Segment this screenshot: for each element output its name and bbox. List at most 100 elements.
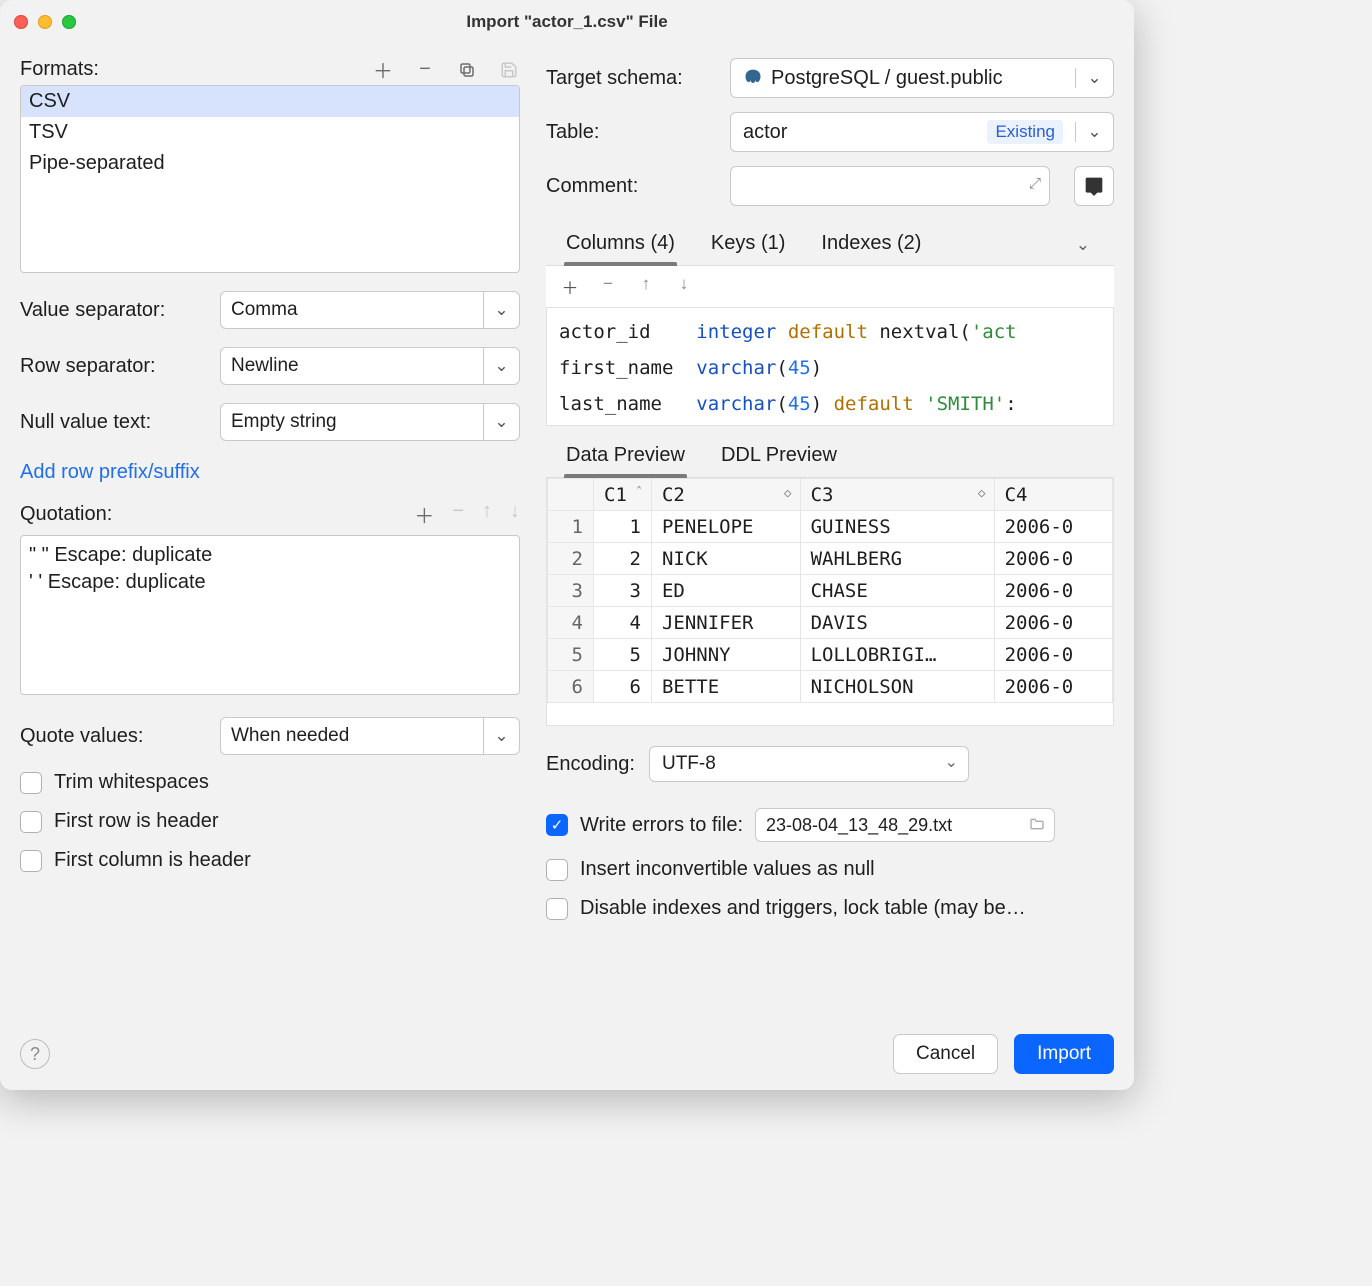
formats-list[interactable]: CSV TSV Pipe-separated <box>20 85 520 273</box>
checkbox-icon[interactable] <box>20 772 42 794</box>
cell: 4 <box>594 607 652 639</box>
checkbox-icon[interactable] <box>546 859 568 881</box>
quotation-panel: Quotation: ＋ − ↑ ↓ " " Escape: duplicate… <box>20 494 520 695</box>
quote-rule[interactable]: " " Escape: duplicate <box>29 542 511 569</box>
rownum-header <box>548 479 594 511</box>
cell: 2006-0 <box>994 639 1112 671</box>
cell: JENNIFER <box>651 607 800 639</box>
chevron-down-icon: ⌄ <box>483 718 519 754</box>
window-title: Import "actor_1.csv" File <box>0 12 1134 32</box>
cell: 2 <box>594 543 652 575</box>
target-schema-label: Target schema: <box>546 67 716 90</box>
save-icon[interactable] <box>498 59 520 81</box>
remove-icon[interactable]: − <box>598 274 618 299</box>
first-col-header-row[interactable]: First column is header <box>20 849 520 872</box>
insert-null-row[interactable]: Insert inconvertible values as null <box>546 858 1114 881</box>
dialog-window: Import "actor_1.csv" File Formats: ＋ − <box>0 0 1134 1090</box>
row-separator-select[interactable]: Newline ⌄ <box>220 347 520 385</box>
checkbox-icon[interactable] <box>20 811 42 833</box>
cancel-button[interactable]: Cancel <box>893 1034 998 1074</box>
structure-tabs: Columns (4) Keys (1) Indexes (2) ⌄ <box>546 220 1114 266</box>
cell: 3 <box>594 575 652 607</box>
encoding-select[interactable]: UTF-8 <box>649 746 969 782</box>
down-icon[interactable]: ↓ <box>510 500 520 529</box>
error-file-input[interactable]: 23-08-04_13_48_29.txt <box>755 808 1055 842</box>
target-schema-row: Target schema: PostgreSQL / guest.public… <box>546 58 1114 98</box>
disable-indexes-label: Disable indexes and triggers, lock table… <box>580 897 1026 920</box>
format-item-csv[interactable]: CSV <box>21 86 519 117</box>
dialog-body: Formats: ＋ − CSV TSV Pipe-separated <box>0 44 1134 1024</box>
table-row[interactable]: 22NICKWAHLBERG2006-0 <box>548 543 1113 575</box>
table-row: Table: actor Existing ⌄ <box>546 112 1114 152</box>
chevron-down-icon: ⌄ <box>483 292 519 328</box>
col-header[interactable]: C1ˆ <box>594 479 652 511</box>
add-icon[interactable]: ＋ <box>372 59 394 81</box>
col-header[interactable]: C2◇ <box>651 479 800 511</box>
quote-values-label: Quote values: <box>20 725 210 748</box>
cell: 1 <box>594 511 652 543</box>
value-separator-row: Value separator: Comma ⌄ <box>20 291 520 329</box>
checkbox-icon[interactable]: ✓ <box>546 814 568 836</box>
checkbox-icon[interactable] <box>546 898 568 920</box>
columns-definition[interactable]: actor_id integer default nextval('act fi… <box>546 308 1114 426</box>
tab-keys[interactable]: Keys (1) <box>711 224 785 265</box>
cell: GUINESS <box>800 511 994 543</box>
cell: 2006-0 <box>994 575 1112 607</box>
table-row[interactable]: 11PENELOPEGUINESS2006-0 <box>548 511 1113 543</box>
help-button[interactable]: ? <box>20 1039 50 1069</box>
up-icon[interactable]: ↑ <box>482 500 492 529</box>
quote-values-select[interactable]: When needed ⌄ <box>220 717 520 755</box>
comment-input[interactable]: ⤢ <box>730 166 1050 206</box>
rownum-cell: 2 <box>548 543 594 575</box>
up-icon[interactable]: ↑ <box>636 274 656 299</box>
cell: BETTE <box>651 671 800 703</box>
rownum-cell: 5 <box>548 639 594 671</box>
chevron-down-icon: ⌄ <box>1075 122 1113 142</box>
expand-icon[interactable]: ⤢ <box>1029 175 1041 192</box>
add-icon[interactable]: ＋ <box>560 274 580 299</box>
format-item-tsv[interactable]: TSV <box>21 117 519 148</box>
add-row-prefix-suffix-link[interactable]: Add row prefix/suffix <box>20 461 520 484</box>
table-row[interactable]: 44JENNIFERDAVIS2006-0 <box>548 607 1113 639</box>
col-header[interactable]: C4 <box>994 479 1112 511</box>
table-row[interactable]: 55JOHNNYLOLLOBRIGI…2006-0 <box>548 639 1113 671</box>
value-separator-select[interactable]: Comma ⌄ <box>220 291 520 329</box>
disable-indexes-row[interactable]: Disable indexes and triggers, lock table… <box>546 897 1114 920</box>
first-row-header-row[interactable]: First row is header <box>20 810 520 833</box>
col-header[interactable]: C3◇ <box>800 479 994 511</box>
cell: NICK <box>651 543 800 575</box>
tab-indexes[interactable]: Indexes (2) <box>821 224 921 265</box>
quotation-toolbar: ＋ − ↑ ↓ <box>414 500 520 529</box>
row-separator-label: Row separator: <box>20 355 210 378</box>
tab-columns[interactable]: Columns (4) <box>566 224 675 265</box>
remove-icon[interactable]: − <box>452 500 464 529</box>
cell: PENELOPE <box>651 511 800 543</box>
comment-button[interactable] <box>1074 166 1114 206</box>
target-schema-combo[interactable]: PostgreSQL / guest.public ⌄ <box>730 58 1114 98</box>
tab-ddl-preview[interactable]: DDL Preview <box>721 436 837 477</box>
cell: 6 <box>594 671 652 703</box>
folder-icon[interactable] <box>1028 816 1046 832</box>
import-button[interactable]: Import <box>1014 1034 1114 1074</box>
null-value-select[interactable]: Empty string ⌄ <box>220 403 520 441</box>
trim-whitespace-row[interactable]: Trim whitespaces <box>20 771 520 794</box>
comment-row: Comment: ⤢ <box>546 166 1114 206</box>
checkbox-icon[interactable] <box>20 850 42 872</box>
chevron-down-icon: ⌄ <box>483 404 519 440</box>
remove-icon[interactable]: − <box>414 59 436 81</box>
left-panel: Formats: ＋ − CSV TSV Pipe-separated <box>20 58 520 1012</box>
table-combo[interactable]: actor Existing ⌄ <box>730 112 1114 152</box>
add-icon[interactable]: ＋ <box>414 500 434 529</box>
quote-rule[interactable]: ' ' Escape: duplicate <box>29 569 511 596</box>
table-row[interactable]: 33EDCHASE2006-0 <box>548 575 1113 607</box>
chevron-down-icon[interactable]: ⌄ <box>1076 235 1094 255</box>
copy-icon[interactable] <box>456 59 478 81</box>
table-row[interactable]: 66BETTENICHOLSON2006-0 <box>548 671 1113 703</box>
tab-data-preview[interactable]: Data Preview <box>566 436 685 477</box>
cell: ED <box>651 575 800 607</box>
quotation-list[interactable]: " " Escape: duplicate ' ' Escape: duplic… <box>20 535 520 695</box>
write-errors-row[interactable]: ✓ Write errors to file: 23-08-04_13_48_2… <box>546 808 1114 842</box>
down-icon[interactable]: ↓ <box>674 274 694 299</box>
format-item-pipe[interactable]: Pipe-separated <box>21 148 519 179</box>
formats-toolbar: ＋ − <box>372 59 520 81</box>
